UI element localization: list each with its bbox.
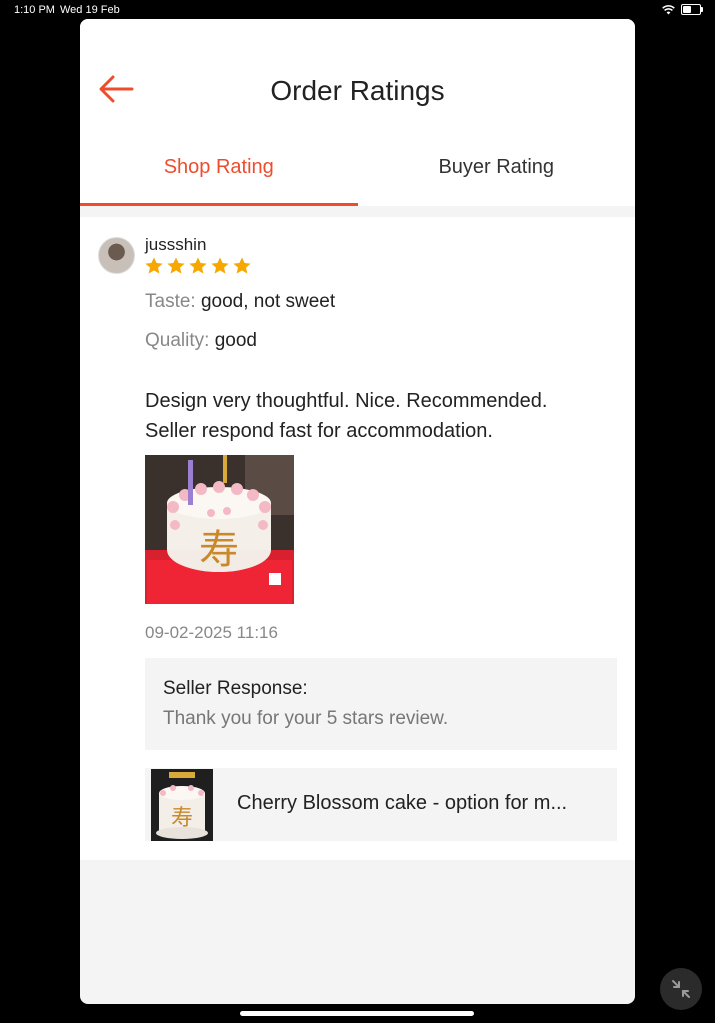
header: Order Ratings bbox=[80, 19, 635, 154]
review-photo[interactable]: 寿 bbox=[145, 455, 294, 604]
cake-topper-character: 寿 bbox=[199, 527, 239, 573]
attribute-quality-label: Quality: bbox=[145, 330, 210, 351]
collapse-arrows-icon bbox=[672, 980, 690, 998]
review-date: 09-02-2025 11:16 bbox=[145, 623, 278, 642]
seller-response-text: Thank you for your 5 stars review. bbox=[163, 708, 449, 729]
attribute-taste-value: good, not sweet bbox=[200, 291, 336, 312]
attribute-quality-value: good bbox=[214, 330, 257, 351]
cake-photo-image: 寿 bbox=[145, 455, 294, 604]
battery-icon bbox=[681, 4, 703, 15]
minimize-button[interactable] bbox=[660, 968, 702, 1010]
star-icon bbox=[189, 257, 207, 274]
status-date: Wed 19 Feb bbox=[60, 4, 120, 16]
star-icon bbox=[167, 257, 185, 274]
battery-fill bbox=[683, 6, 691, 13]
seller-response: Seller Response: Thank you for your 5 st… bbox=[145, 658, 617, 750]
page-title: Order Ratings bbox=[270, 75, 445, 106]
star-icon bbox=[145, 257, 163, 274]
attribute-quality: Quality: good bbox=[145, 330, 257, 352]
product-link[interactable]: 寿 Cherry Blossom cake - option for m... bbox=[145, 768, 617, 841]
rating-tabs: Shop Rating Buyer Rating bbox=[80, 154, 635, 206]
home-indicator[interactable] bbox=[240, 1011, 474, 1016]
review-comment: Design very thoughtful. Nice. Recommende… bbox=[145, 386, 605, 446]
star-icon bbox=[233, 257, 251, 274]
reviewer-username: jussshin bbox=[145, 235, 207, 254]
status-time: 1:10 PM bbox=[14, 4, 55, 16]
product-thumbnail: 寿 bbox=[151, 769, 213, 841]
product-thumb-character: 寿 bbox=[171, 806, 193, 831]
avatar[interactable] bbox=[98, 237, 135, 274]
tab-buyer-rating[interactable]: Buyer Rating bbox=[358, 154, 636, 206]
product-thumbnail-image: 寿 bbox=[151, 769, 213, 841]
status-bar: 1:10 PM Wed 19 Feb bbox=[0, 0, 715, 20]
attribute-taste: Taste: good, not sweet bbox=[145, 291, 335, 313]
order-ratings-sheet: Order Ratings Shop Rating Buyer Rating j… bbox=[80, 19, 635, 1004]
attribute-taste-label: Taste: bbox=[145, 291, 196, 312]
review-card: jussshin Taste: good, not sweet Quality:… bbox=[80, 217, 635, 860]
status-icons bbox=[662, 4, 703, 15]
star-rating bbox=[144, 256, 252, 276]
review-comment-line: Seller respond fast for accommodation. bbox=[145, 420, 493, 442]
star-icon bbox=[211, 257, 229, 274]
tab-shop-rating[interactable]: Shop Rating bbox=[80, 154, 358, 206]
wifi-icon bbox=[662, 4, 675, 14]
product-name: Cherry Blossom cake - option for m... bbox=[237, 792, 568, 814]
seller-response-title: Seller Response: bbox=[163, 678, 308, 699]
review-comment-line: Design very thoughtful. Nice. Recommende… bbox=[145, 390, 548, 412]
